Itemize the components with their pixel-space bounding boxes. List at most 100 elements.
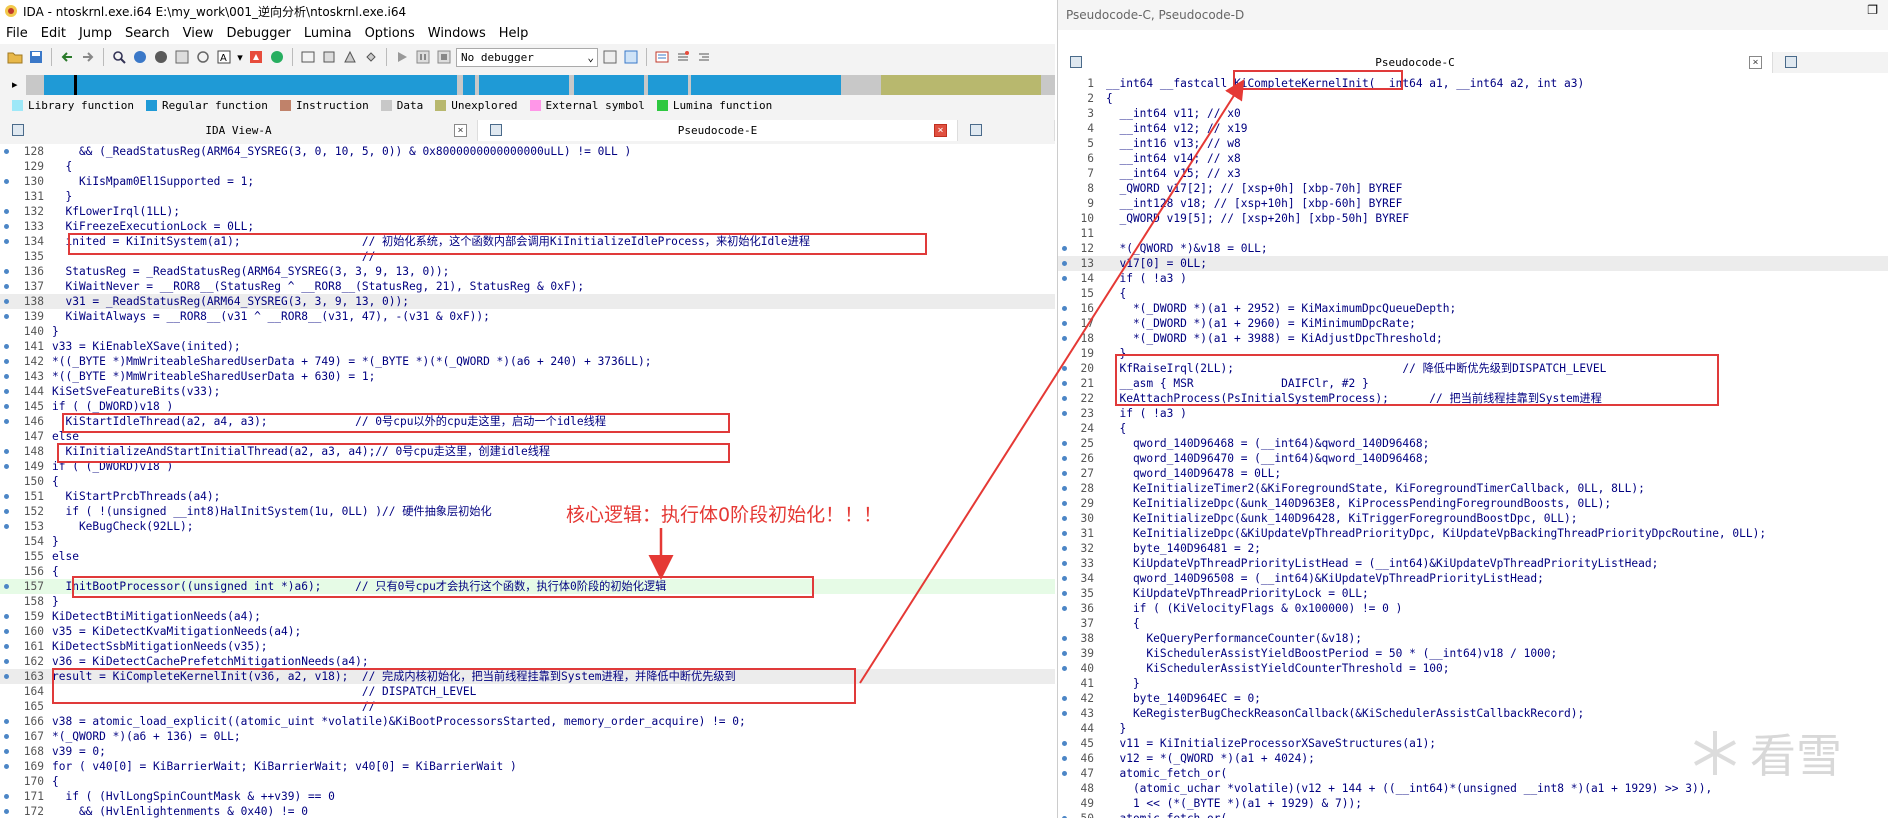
copy-icon[interactable] [601,48,619,66]
code-text[interactable]: KeInitializeTimer2(&KiForegroundState, K… [1106,481,1645,496]
code-line[interactable]: 33 KiUpdateVpThreadPriorityListHead = (_… [1058,556,1888,571]
code-line[interactable]: 136 StatusReg = _ReadStatusReg(ARM64_SYS… [0,264,1055,279]
code-line[interactable]: 29 KeInitializeDpc(&unk_140D963E8, KiPro… [1058,496,1888,511]
code-line[interactable]: 8 _QWORD v17[2]; // [xsp+0h] [xbp-70h] B… [1058,181,1888,196]
breakpoint-dot-icon[interactable] [1062,441,1067,446]
menu-help[interactable]: Help [499,26,529,41]
code-line[interactable]: 5 __int16 v13; // w8 [1058,136,1888,151]
breakpoint-dot-icon[interactable] [4,749,9,754]
breakpoint-dot-icon[interactable] [4,644,9,649]
breakpoint-dot-icon[interactable] [1062,336,1067,341]
code-line[interactable]: 150 { [0,474,1055,489]
code-text[interactable]: *(_QWORD *)&v18 = 0LL; [1106,241,1267,256]
navigation-colorbar[interactable] [26,75,1055,95]
code-text[interactable]: } [52,189,72,204]
code-text[interactable]: { [1106,616,1140,631]
breakpoint-dot-icon[interactable] [1062,246,1067,251]
code-text[interactable]: KiDetectBtiMitigationNeeds(a4); [52,609,261,624]
code-text[interactable]: *(_DWORD *)(a1 + 2960) = KiMinimumDpcRat… [1106,316,1416,331]
breakpoint-dot-icon[interactable] [4,524,9,529]
code-text[interactable]: _QWORD v17[2]; // [xsp+0h] [xbp-70h] BYR… [1106,181,1402,196]
code-line[interactable]: 50 atomic_fetch_or( [1058,811,1888,818]
stop-icon[interactable] [247,48,265,66]
breakpoint-dot-icon[interactable] [1062,651,1067,656]
menu-jump[interactable]: Jump [79,26,112,41]
code-line[interactable]: 128 && (_ReadStatusReg(ARM64_SYSREG(3, 0… [0,144,1055,159]
nav-segment[interactable] [881,75,1041,95]
breakpoint-dot-icon[interactable] [4,419,9,424]
code-text[interactable]: for ( v40[0] = KiBarrierWait; KiBarrierW… [52,759,517,774]
breakpoint-dot-icon[interactable] [4,239,9,244]
nav-segment[interactable] [463,75,475,95]
code-text[interactable]: if ( (KiVelocityFlags & 0x100000) != 0 ) [1106,601,1402,616]
code-text[interactable]: byte_140D964EC = 0; [1106,691,1261,706]
menu-view[interactable]: View [183,26,214,41]
breakpoint-dot-icon[interactable] [1062,411,1067,416]
code-text[interactable]: KiFreezeExecutionLock = 0LL; [52,219,254,234]
breakpoint-dot-icon[interactable] [1062,696,1067,701]
close-icon[interactable]: × [1749,56,1762,69]
code-line[interactable]: 138 v31 = _ReadStatusReg(ARM64_SYSREG(3,… [0,294,1055,309]
code-line[interactable]: 27 qword_140D96478 = 0LL; [1058,466,1888,481]
breakpoint-dot-icon[interactable] [4,404,9,409]
code-line[interactable]: 137 KiWaitNever = __ROR8__(StatusReg ^ _… [0,279,1055,294]
breakpoint-dot-icon[interactable] [1062,396,1067,401]
breakpoint-dot-icon[interactable] [1062,516,1067,521]
code-text[interactable]: } [52,534,59,549]
code-text[interactable]: __int128 v18; // [xsp+10h] [xbp-60h] BYR… [1106,196,1402,211]
play-icon[interactable] [393,48,411,66]
close-icon[interactable]: × [934,124,947,137]
code-line[interactable]: 12 *(_QWORD *)&v18 = 0LL; [1058,241,1888,256]
text-format-icon[interactable]: A [215,48,233,66]
breakpoint-dot-icon[interactable] [4,494,9,499]
code-text[interactable]: KiWaitAlways = __ROR8__(v31 ^ __ROR8__(v… [52,309,489,324]
tab-pseudocode-c[interactable]: Pseudocode-C × [1058,52,1773,73]
nav-segment[interactable] [26,75,44,95]
code-line[interactable]: 28 KeInitializeTimer2(&KiForegroundState… [1058,481,1888,496]
menu-options[interactable]: Options [365,26,415,41]
code-line[interactable]: 162 v36 = KiDetectCachePrefetchMitigation… [0,654,1055,669]
breakpoint-dot-icon[interactable] [1062,261,1067,266]
breakpoint-dot-icon[interactable] [1062,366,1067,371]
text-search-icon[interactable] [152,48,170,66]
code-text[interactable]: { [1106,91,1113,106]
breakpoint-dot-icon[interactable] [4,659,9,664]
code-line[interactable]: 169 for ( v40[0] = KiBarrierWait; KiBarri… [0,759,1055,774]
code-text[interactable]: __int64 v14; // x8 [1106,151,1240,166]
code-text[interactable]: *((_BYTE *)MmWriteableSharedUserData + 7… [52,354,651,369]
code-line[interactable]: 131 } [0,189,1055,204]
code-text[interactable]: v36 = KiDetectCachePrefetchMitigationNee… [52,654,369,669]
code-line[interactable]: 154} [0,534,1055,549]
code-line[interactable]: 34 qword_140D96508 = (__int64)&KiUpdateV… [1058,571,1888,586]
debugger-select[interactable]: No debugger ⌄ [456,47,598,67]
structures-icon[interactable] [320,48,338,66]
code-line[interactable]: 166 v38 = atomic_load_explicit((atomic_ui… [0,714,1055,729]
chevron-down-icon[interactable]: ▾ [236,48,244,66]
breakpoint-dot-icon[interactable] [4,284,9,289]
code-text[interactable]: *((_BYTE *)MmWriteableSharedUserData + 6… [52,369,375,384]
code-text[interactable]: __int64 v12; // x19 [1106,121,1247,136]
code-text[interactable]: v31 = _ReadStatusReg(ARM64_SYSREG(3, 3, … [52,294,409,309]
breakpoint-dot-icon[interactable] [4,299,9,304]
breakpoint-dot-icon[interactable] [4,389,9,394]
code-text[interactable]: KiIsMpam0El1Supported = 1; [52,174,254,189]
breakpoint-dot-icon[interactable] [4,509,9,514]
code-text[interactable]: __int64 v15; // x3 [1106,166,1240,181]
breakpoint-dot-icon[interactable] [1062,711,1067,716]
code-line[interactable]: 145 if ( (_DWORD)v18 ) [0,399,1055,414]
code-line[interactable]: 17 *(_DWORD *)(a1 + 2960) = KiMinimumDpc… [1058,316,1888,331]
breakpoint-dot-icon[interactable] [4,764,9,769]
code-text[interactable]: { [1106,286,1126,301]
breakpoint-dot-icon[interactable] [4,449,9,454]
nav-segment[interactable] [574,75,644,95]
code-text[interactable]: *(_QWORD *)(a6 + 136) = 0LL; [52,729,241,744]
breakpoint-dot-icon[interactable] [1062,381,1067,386]
breakpoint-dot-icon[interactable] [1062,546,1067,551]
tools-icon[interactable] [362,48,380,66]
code-line[interactable]: 151 KiStartPrcbThreads(a4); [0,489,1055,504]
code-line[interactable]: 2{ [1058,91,1888,106]
breakpoint-dot-icon[interactable] [4,719,9,724]
code-text[interactable]: { [1106,421,1126,436]
menu-file[interactable]: File [6,26,28,41]
code-text[interactable]: v11 = KiInitializeProcessorXSaveStructur… [1106,736,1436,751]
